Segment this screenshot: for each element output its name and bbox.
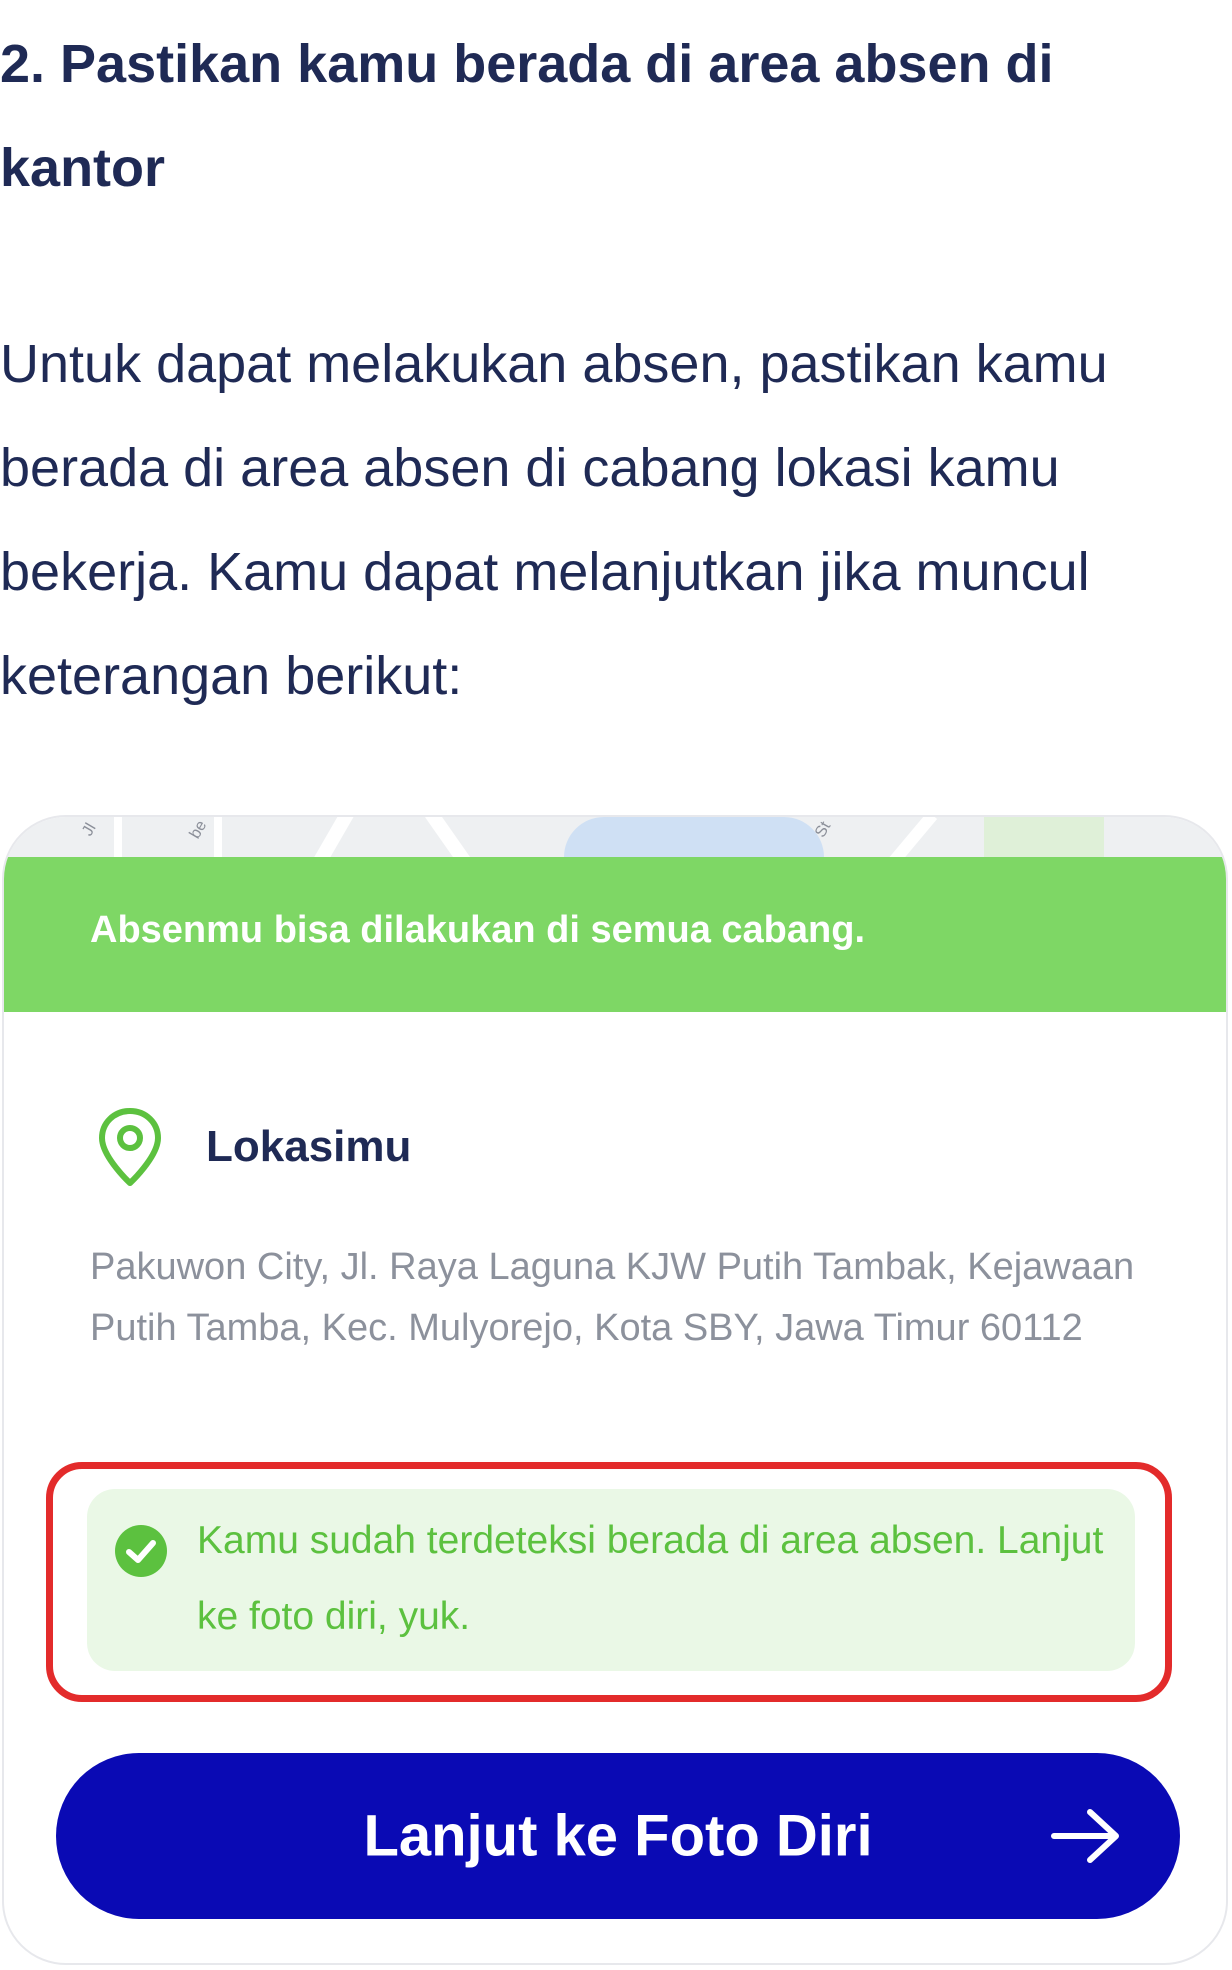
branch-banner: Absenmu bisa dilakukan di semua cabang. bbox=[4, 857, 1226, 1012]
map-road bbox=[425, 817, 477, 857]
highlight-frame: Kamu sudah terdeteksi berada di area abs… bbox=[46, 1462, 1172, 1702]
map-road bbox=[214, 817, 222, 857]
location-title: Lokasimu bbox=[206, 1122, 412, 1171]
map-preview: Jl be St bbox=[4, 817, 1226, 857]
map-road bbox=[307, 817, 355, 857]
button-label: Lanjut ke Foto Diri bbox=[363, 1803, 873, 1869]
map-park bbox=[984, 817, 1104, 857]
map-water bbox=[564, 817, 824, 857]
check-circle-icon bbox=[115, 1525, 167, 1577]
detection-status-text: Kamu sudah terdeteksi berada di area abs… bbox=[197, 1519, 1104, 1638]
section-paragraph: Untuk dapat melakukan absen, pastikan ka… bbox=[0, 334, 1108, 706]
banner-text: Absenmu bisa dilakukan di semua cabang. bbox=[90, 909, 866, 951]
continue-to-selfie-button[interactable]: Lanjut ke Foto Diri bbox=[56, 1753, 1180, 1919]
detection-status: Kamu sudah terdeteksi berada di area abs… bbox=[87, 1489, 1135, 1671]
map-road bbox=[114, 817, 122, 857]
attendance-card: Jl be St Absenmu bisa dilakukan di semua… bbox=[2, 815, 1228, 1965]
map-pin-icon bbox=[99, 1108, 161, 1186]
location-address: Pakuwon City, Jl. Raya Laguna KJW Putih … bbox=[90, 1246, 1135, 1349]
map-street-label: be bbox=[186, 817, 211, 842]
map-road bbox=[882, 817, 938, 857]
map-street-label: Jl bbox=[79, 820, 100, 840]
location-header: Lokasimu bbox=[96, 1107, 411, 1187]
section-heading: 2. Pastikan kamu berada di area absen di… bbox=[0, 34, 1054, 198]
arrow-right-icon bbox=[1051, 1809, 1119, 1863]
